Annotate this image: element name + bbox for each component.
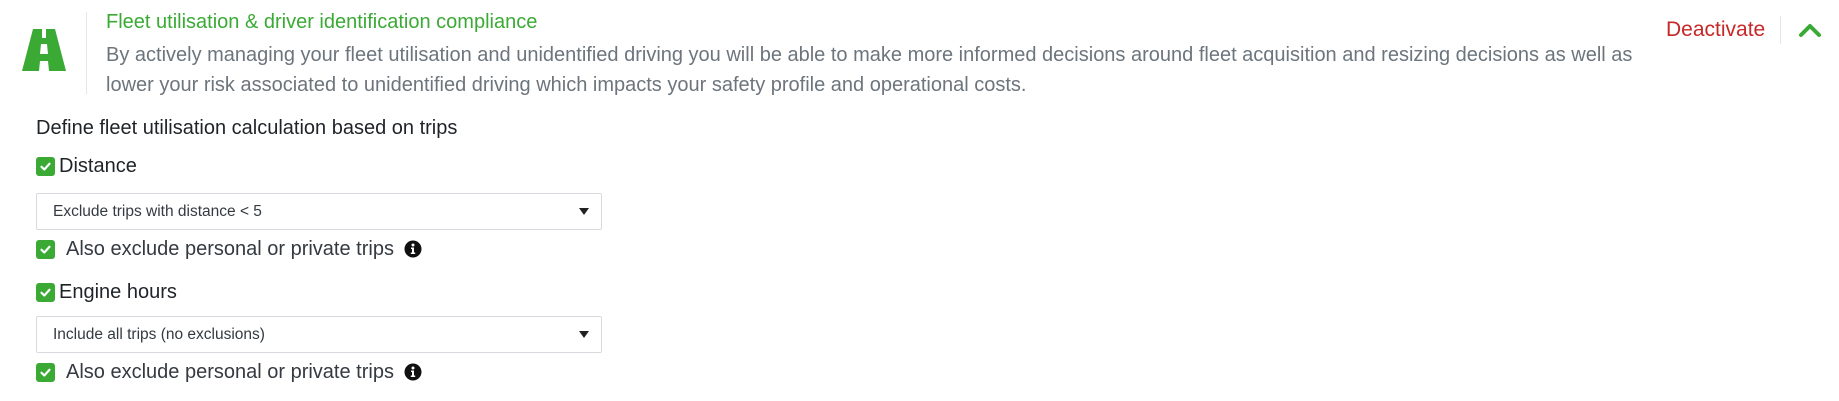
engine-hours-option: Engine hours [36,280,177,304]
engine-hours-exclusion-select[interactable]: Include all trips (no exclusions) [36,316,602,353]
engine-hours-exclude-personal-label: Also exclude personal or private trips [66,361,394,383]
deactivate-button[interactable]: Deactivate [1666,17,1765,43]
distance-exclusion-select[interactable]: Exclude trips with distance < 5 [36,193,602,230]
distance-exclude-personal-label: Also exclude personal or private trips [66,238,394,260]
action-divider [1780,16,1781,44]
engine-hours-exclude-personal-option: Also exclude personal or private trips [36,360,422,384]
section-heading: Define fleet utilisation calculation bas… [36,117,458,139]
engine-hours-checkbox[interactable] [36,282,55,302]
checkmark-icon [40,245,51,254]
add-in-settings-panel: Fleet utilisation & driver identificatio… [0,0,1839,401]
engine-hours-select-value: Include all trips (no exclusions) [53,325,265,343]
engine-hours-exclude-personal-checkbox[interactable] [36,362,55,382]
distance-exclude-personal-checkbox[interactable] [36,239,55,259]
road-icon [22,29,66,71]
feature-header: Fleet utilisation & driver identificatio… [0,0,1839,96]
distance-exclude-personal-option: Also exclude personal or private trips [36,237,422,261]
info-icon[interactable] [404,363,422,381]
distance-checkbox[interactable] [36,156,55,176]
engine-hours-label: Engine hours [59,281,177,303]
checkmark-icon [40,368,51,377]
distance-select-value: Exclude trips with distance < 5 [53,202,262,220]
feature-description: By actively managing your fleet utilisat… [106,44,1633,96]
distance-option: Distance [36,154,137,178]
chevron-up-icon[interactable] [1798,20,1822,38]
dropdown-caret-icon [579,208,589,215]
feature-title: Fleet utilisation & driver identificatio… [106,11,538,33]
distance-label: Distance [59,155,137,177]
checkmark-icon [40,288,51,297]
info-icon[interactable] [404,240,422,258]
header-divider [86,12,87,94]
dropdown-caret-icon [579,331,589,338]
checkmark-icon [40,162,51,171]
